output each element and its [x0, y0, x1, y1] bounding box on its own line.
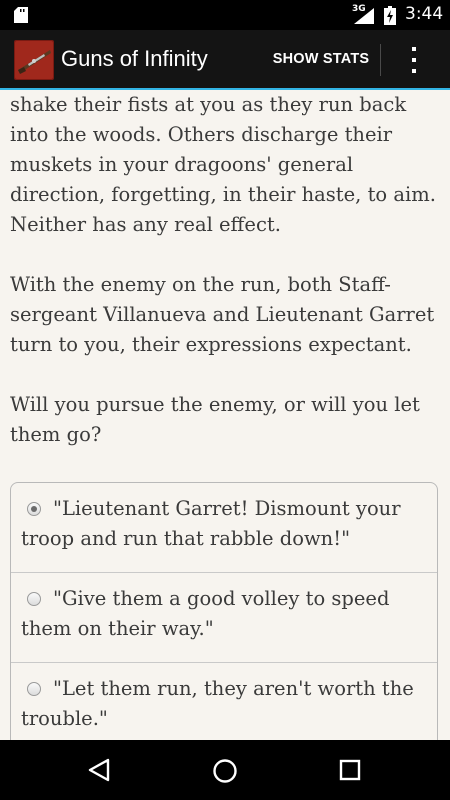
home-icon[interactable]	[211, 757, 239, 785]
action-bar: Guns of Infinity SHOW STATS	[0, 30, 450, 90]
choice-option[interactable]: "Let them run, they aren't worth the tro…	[11, 663, 437, 740]
sd-card-icon	[14, 7, 28, 23]
status-clock: 3:44	[405, 4, 444, 24]
story-paragraph: With the enemy on the run, both Staff-se…	[10, 273, 435, 356]
recent-apps-icon[interactable]	[338, 758, 362, 782]
choice-label: "Lieutenant Garret! Dismount your troop …	[21, 497, 401, 550]
story-paragraph: shake their fists at you as they run bac…	[10, 93, 436, 236]
action-bar-divider	[380, 44, 381, 76]
signal-icon	[354, 8, 374, 24]
story-text: shake their fists at you as they run bac…	[10, 90, 440, 480]
show-stats-button[interactable]: SHOW STATS	[264, 30, 378, 88]
choice-option[interactable]: "Give them a good volley to speed them o…	[11, 573, 437, 663]
status-bar: 3G 3:44	[0, 0, 450, 30]
story-scroll-area[interactable]: shake their fists at you as they run bac…	[0, 90, 450, 740]
battery-charging-icon	[384, 6, 396, 25]
overflow-menu-icon[interactable]	[400, 40, 428, 80]
back-icon[interactable]	[86, 757, 112, 783]
choice-option[interactable]: "Lieutenant Garret! Dismount your troop …	[11, 483, 437, 573]
musket-icon[interactable]	[14, 40, 54, 80]
choice-list: "Lieutenant Garret! Dismount your troop …	[10, 482, 438, 740]
app-title: Guns of Infinity	[61, 46, 208, 71]
navigation-bar	[0, 740, 450, 800]
story-paragraph: Will you pursue the enemy, or will you l…	[10, 393, 420, 446]
choice-label: "Give them a good volley to speed them o…	[21, 587, 390, 640]
choice-label: "Let them run, they aren't worth the tro…	[21, 677, 414, 730]
